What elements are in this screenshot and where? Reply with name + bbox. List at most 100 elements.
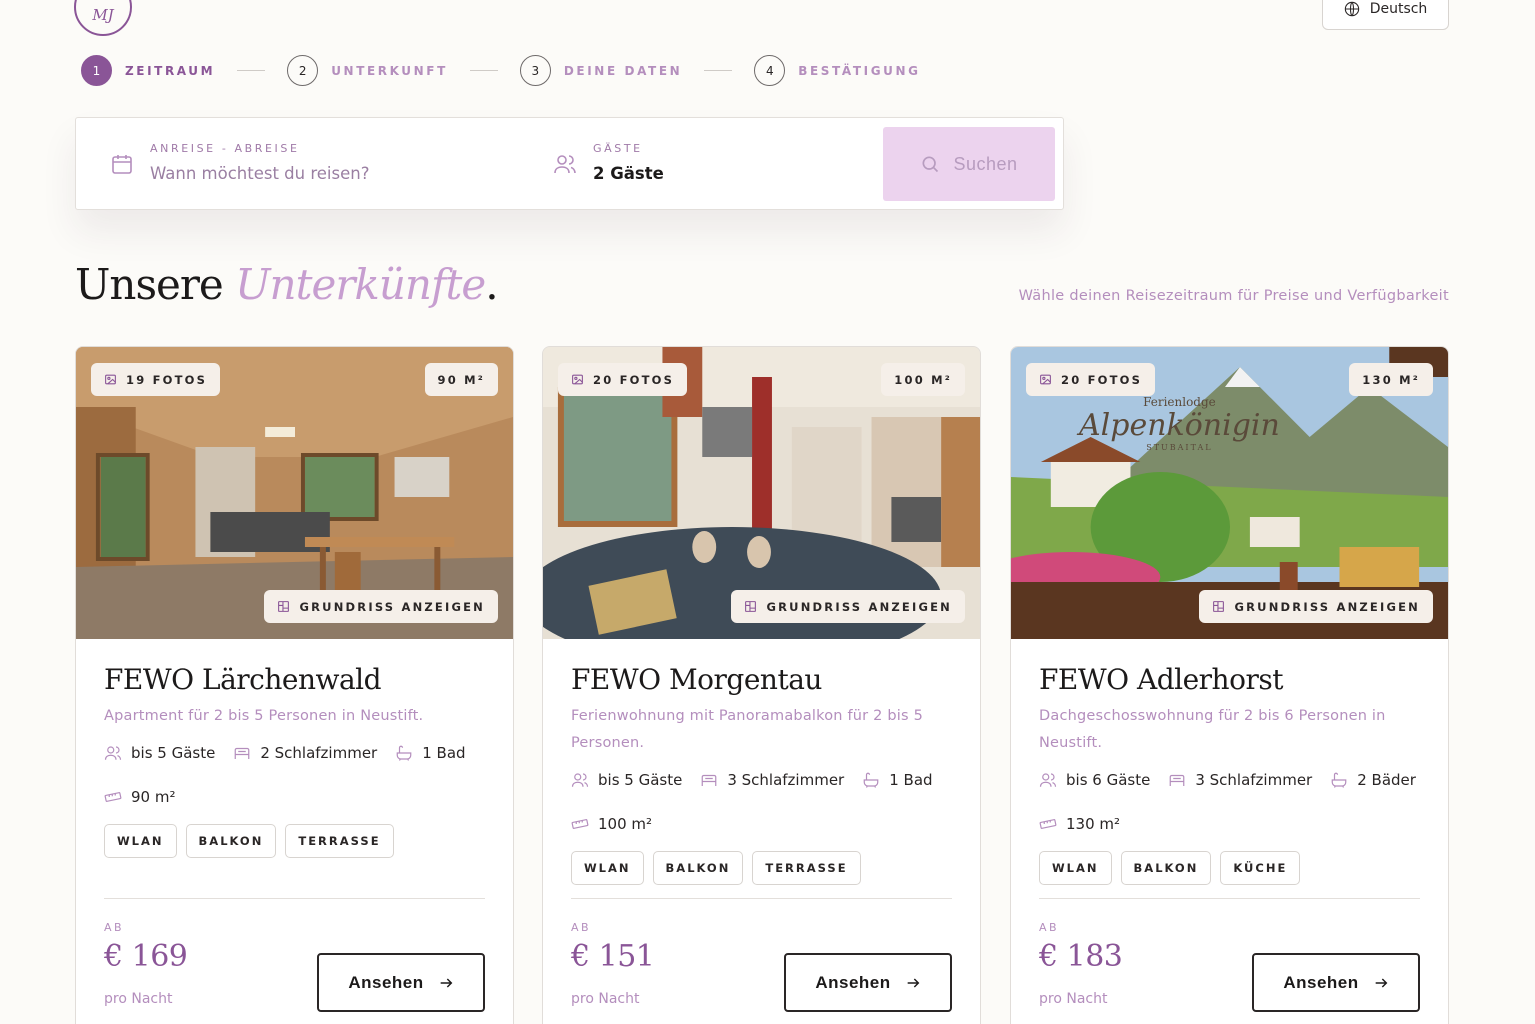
step-zeitraum[interactable]: 1 ZEITRAUM: [81, 55, 215, 86]
feature-baths: 1 Bad: [395, 744, 466, 762]
feature-area: 130 m²: [1039, 815, 1120, 833]
step-number: 2: [287, 55, 319, 86]
floorplan-icon: [745, 601, 757, 612]
floorplan-icon: [278, 601, 290, 612]
watermark-line2: Alpenkönigin: [1079, 408, 1280, 443]
property-description: Dachgeschosswohnung für 2 bis 6 Personen…: [1039, 708, 1386, 751]
feature-baths-text: 2 Bäder: [1357, 771, 1416, 789]
watermark-line3: STUBAITAL: [1146, 443, 1213, 452]
arrow-right-icon: [1375, 977, 1388, 988]
arrow-right-icon: [907, 977, 920, 988]
price-value: € 183: [1039, 939, 1123, 974]
floorplan-button[interactable]: GRUNDRISS ANZEIGEN: [1199, 590, 1433, 623]
step-deine-daten[interactable]: 3 DEINE DATEN: [519, 55, 682, 86]
feature-bedrooms-text: 3 Schlafzimmer: [727, 771, 845, 789]
step-bestaetigung[interactable]: 4 BESTÄTIGUNG: [754, 55, 920, 86]
feature-area-text: 100 m²: [598, 815, 653, 833]
amenity-tags: WLAN BALKON TERRASSE: [571, 851, 861, 885]
bed-icon: [234, 747, 250, 759]
price-unit: pro Nacht: [571, 991, 640, 1007]
search-icon: [922, 156, 939, 173]
feature-row: 100 m²: [571, 815, 652, 833]
photo-count-label: 19 FOTOS: [126, 372, 208, 387]
feature-area: 100 m²: [571, 815, 652, 833]
logo-text: MJ: [92, 6, 114, 24]
size-badge: 90 M²: [424, 363, 498, 396]
size-badge: 100 M²: [881, 363, 965, 396]
image-icon: [1040, 374, 1051, 385]
feature-area-text: 90 m²: [131, 788, 176, 806]
step-label: UNTERKUNFT: [331, 63, 448, 78]
section-title: Unsere Unterkünfte.: [75, 260, 499, 309]
floorplan-button[interactable]: GRUNDRISS ANZEIGEN: [264, 590, 498, 623]
photo-count-label: 20 FOTOS: [1061, 372, 1143, 387]
feature-bedrooms: 3 Schlafzimmer: [700, 771, 844, 789]
feature-guests: bis 6 Gäste: [1039, 771, 1150, 789]
lodge-watermark: Ferienlodge Alpenkönigin STUBAITAL: [1079, 395, 1280, 452]
floorplan-icon: [1213, 601, 1225, 612]
bath-icon: [863, 772, 879, 788]
image-icon: [105, 374, 116, 385]
bath-icon: [396, 745, 412, 761]
search-bar: ANREISE - ABREISE Wann möchtest du reise…: [75, 117, 1064, 210]
bath-icon: [1331, 772, 1347, 788]
feature-guests: bis 5 Gäste: [104, 744, 215, 762]
feature-guests-text: bis 5 Gäste: [131, 744, 216, 762]
feature-baths-text: 1 Bad: [422, 744, 466, 762]
guests-label: GÄSTE: [593, 142, 643, 155]
card-divider: [104, 898, 485, 899]
property-image[interactable]: 20 FOTOS 100 M² GRUNDRISS ANZEIGEN: [543, 347, 980, 639]
price-value: € 169: [104, 939, 188, 974]
amenity-tag: KÜCHE: [1220, 851, 1301, 885]
ruler-icon: [571, 819, 589, 829]
feature-row: 90 m²: [104, 788, 175, 806]
price-unit: pro Nacht: [1039, 991, 1108, 1007]
section-title-dot: .: [485, 260, 498, 309]
amenity-tag: WLAN: [1039, 851, 1112, 885]
view-property-button[interactable]: Ansehen: [784, 953, 952, 1012]
language-selector[interactable]: Deutsch: [1322, 0, 1449, 30]
step-connector: [237, 70, 266, 71]
floorplan-label: GRUNDRISS ANZEIGEN: [766, 599, 952, 614]
users-icon: [1039, 773, 1057, 787]
feature-row: bis 5 Gäste 2 Schlafzimmer 1 Bad: [104, 744, 466, 762]
feature-guests-text: bis 5 Gäste: [598, 771, 683, 789]
feature-bedrooms-text: 3 Schlafzimmer: [1195, 771, 1313, 789]
date-range-field[interactable]: ANREISE - ABREISE Wann möchtest du reise…: [76, 118, 546, 209]
section-hint: Wähle deinen Reisezeitraum für Preise un…: [1018, 288, 1449, 304]
price-unit: pro Nacht: [104, 991, 173, 1007]
step-label: ZEITRAUM: [125, 63, 216, 78]
step-connector: [469, 70, 498, 71]
photo-count-badge[interactable]: 19 FOTOS: [91, 363, 221, 396]
users-icon: [571, 773, 589, 787]
amenity-tag: TERRASSE: [752, 851, 861, 885]
price-value: € 151: [571, 939, 655, 974]
price-from-label: AB: [104, 921, 125, 934]
step-number: 3: [519, 55, 551, 86]
floorplan-button[interactable]: GRUNDRISS ANZEIGEN: [731, 590, 965, 623]
property-description: Ferienwohnung mit Panoramabalkon für 2 b…: [571, 708, 924, 751]
feature-area: 90 m²: [104, 788, 175, 806]
arrow-right-icon: [440, 977, 453, 988]
feature-area-text: 130 m²: [1066, 815, 1121, 833]
section-title-accent: Unterkünfte: [235, 260, 486, 309]
property-image[interactable]: 19 FOTOS 90 M² GRUNDRISS ANZEIGEN: [76, 347, 513, 639]
photo-count-label: 20 FOTOS: [593, 372, 675, 387]
view-button-label: Ansehen: [815, 972, 891, 992]
search-button[interactable]: Suchen: [883, 127, 1055, 201]
guests-field[interactable]: GÄSTE 2 Gäste: [546, 118, 876, 209]
view-property-button[interactable]: Ansehen: [317, 953, 485, 1012]
feature-bedrooms: 2 Schlafzimmer: [233, 744, 377, 762]
feature-baths: 2 Bäder: [1330, 771, 1416, 789]
step-unterkunft[interactable]: 2 UNTERKUNFT: [287, 55, 448, 86]
view-property-button[interactable]: Ansehen: [1252, 953, 1420, 1012]
photo-count-badge[interactable]: 20 FOTOS: [1026, 363, 1156, 396]
photo-count-badge[interactable]: 20 FOTOS: [558, 363, 688, 396]
feature-baths-text: 1 Bad: [889, 771, 933, 789]
feature-row: bis 6 Gäste 3 Schlafzimmer 2 Bäder: [1039, 771, 1416, 789]
property-image[interactable]: Ferienlodge Alpenkönigin STUBAITAL 20 FO…: [1011, 347, 1448, 639]
property-title: FEWO Morgentau: [571, 663, 822, 696]
brand-logo[interactable]: MJ: [74, 0, 132, 36]
floorplan-label: GRUNDRISS ANZEIGEN: [299, 599, 485, 614]
amenity-tag: BALKON: [652, 851, 744, 885]
